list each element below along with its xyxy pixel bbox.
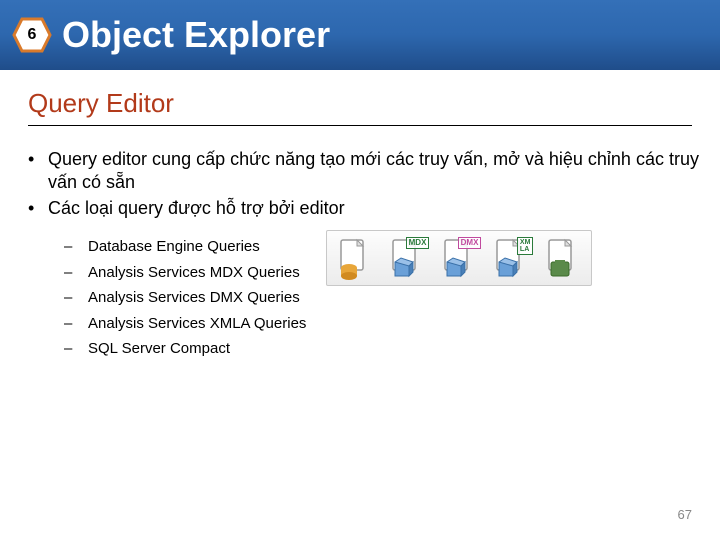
chapter-number: 6	[28, 26, 37, 44]
list-item: – SQL Server Compact	[64, 336, 306, 362]
bullet-marker: •	[28, 148, 48, 195]
list-item: – Analysis Services XMLA Queries	[64, 311, 306, 337]
bullet-item: • Query editor cung cấp chức năng tạo mớ…	[28, 148, 720, 195]
mdx-query-icon: MDX	[383, 233, 431, 283]
dash-marker: –	[64, 234, 88, 260]
sub-text: Analysis Services DMX Queries	[88, 285, 300, 311]
db-engine-query-icon	[331, 233, 379, 283]
list-item: – Analysis Services DMX Queries	[64, 285, 306, 311]
dmx-label: DMX	[458, 237, 482, 249]
bullet-marker: •	[28, 197, 48, 220]
sql-compact-icon	[539, 233, 587, 283]
dash-marker: –	[64, 311, 88, 337]
slide-header: 6 Object Explorer	[0, 0, 720, 70]
divider-line	[28, 125, 692, 126]
dmx-query-icon: DMX	[435, 233, 483, 283]
list-item: – Database Engine Queries	[64, 234, 306, 260]
dash-marker: –	[64, 285, 88, 311]
slide-title: Object Explorer	[62, 14, 330, 56]
xmla-label: XM LA	[517, 237, 534, 255]
xmla-query-icon: XM LA	[487, 233, 535, 283]
hexagon-badge: 6	[12, 17, 52, 53]
sub-text: SQL Server Compact	[88, 336, 230, 362]
mdx-label: MDX	[406, 237, 430, 249]
sub-text: Analysis Services MDX Queries	[88, 260, 300, 286]
bullet-text: Các loại query được hỗ trợ bởi editor	[48, 197, 345, 220]
dash-marker: –	[64, 260, 88, 286]
page-number: 67	[678, 507, 692, 522]
list-item: – Analysis Services MDX Queries	[64, 260, 306, 286]
sub-text: Database Engine Queries	[88, 234, 260, 260]
bullet-item: • Các loại query được hỗ trợ bởi editor	[28, 197, 720, 220]
dash-marker: –	[64, 336, 88, 362]
sub-text: Analysis Services XMLA Queries	[88, 311, 306, 337]
bullet-text: Query editor cung cấp chức năng tạo mới …	[48, 148, 720, 195]
content-area: • Query editor cung cấp chức năng tạo mớ…	[28, 148, 720, 362]
query-toolbar: MDX DMX XM	[326, 230, 592, 286]
section-subtitle: Query Editor	[28, 88, 720, 119]
sub-list: – Database Engine Queries – Analysis Ser…	[64, 234, 306, 362]
